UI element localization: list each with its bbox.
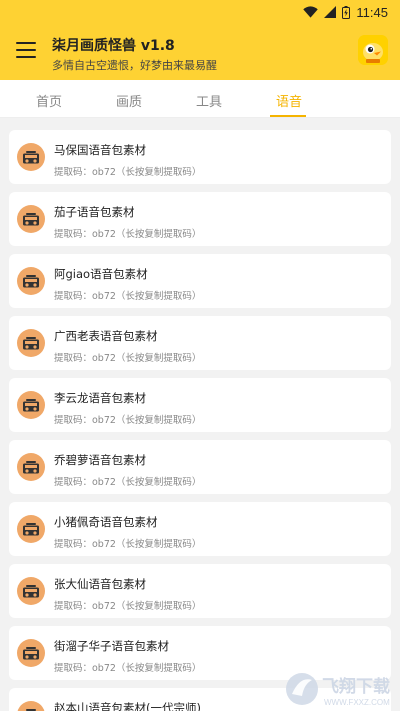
list-item[interactable]: 李云龙语音包素材 提取码：ob72（长按复制提取码）	[9, 378, 391, 432]
tab-bar: 首页 画质 工具 语音	[0, 80, 400, 118]
battery-icon	[342, 5, 351, 19]
item-code: 提取码：ob72（长按复制提取码）	[54, 229, 202, 240]
radio-icon	[17, 143, 45, 171]
item-code: 提取码：ob72（长按复制提取码）	[54, 353, 202, 364]
item-code: 提取码：ob72（长按复制提取码）	[54, 477, 202, 488]
item-title: 马保国语音包素材	[54, 143, 146, 157]
radio-icon	[17, 515, 45, 543]
list-item[interactable]: 乔碧萝语音包素材 提取码：ob72（长按复制提取码）	[9, 440, 391, 494]
radio-icon	[17, 701, 45, 711]
svg-text:飞翔下载: 飞翔下载	[322, 676, 390, 697]
item-code: 提取码：ob72（长按复制提取码）	[54, 539, 202, 550]
item-title: 小猪佩奇语音包素材	[54, 515, 158, 529]
status-time: 11:45	[356, 4, 388, 20]
tab-quality[interactable]: 画质	[116, 91, 142, 110]
item-title: 李云龙语音包素材	[54, 391, 146, 405]
list-item[interactable]: 小猪佩奇语音包素材 提取码：ob72（长按复制提取码）	[9, 502, 391, 556]
app-bar: 柒月画质怪兽 v1.8 多情自古空遗恨，好梦由来最易醒	[0, 24, 400, 80]
list-item[interactable]: 茄子语音包素材 提取码：ob72（长按复制提取码）	[9, 192, 391, 246]
list-item[interactable]: 广西老表语音包素材 提取码：ob72（长按复制提取码）	[9, 316, 391, 370]
item-title: 街溜子华子语音包素材	[54, 639, 169, 653]
app-subtitle: 多情自古空遗恨，好梦由来最易醒	[52, 59, 217, 72]
item-code: 提取码：ob72（长按复制提取码）	[54, 167, 202, 178]
tab-voice[interactable]: 语音	[276, 91, 302, 110]
tab-active-indicator	[270, 115, 306, 117]
list-item[interactable]: 张大仙语音包素材 提取码：ob72（长按复制提取码）	[9, 564, 391, 618]
tab-home[interactable]: 首页	[36, 91, 62, 110]
item-title: 茄子语音包素材	[54, 205, 135, 219]
status-icons: 11:45	[303, 4, 388, 20]
svg-text:WWW.FXXZ.COM: WWW.FXXZ.COM	[324, 698, 390, 707]
radio-icon	[17, 639, 45, 667]
tab-tools[interactable]: 工具	[196, 91, 222, 110]
radio-icon	[17, 577, 45, 605]
radio-icon	[17, 391, 45, 419]
item-code: 提取码：ob72（长按复制提取码）	[54, 415, 202, 426]
status-bar: 11:45	[0, 0, 400, 24]
item-code: 提取码：ob72（长按复制提取码）	[54, 291, 202, 302]
item-title: 广西老表语音包素材	[54, 329, 158, 343]
item-title: 张大仙语音包素材	[54, 577, 146, 591]
watermark-logo: 飞翔下载 WWW.FXXZ.COM	[286, 673, 390, 707]
list-item[interactable]: 阿giao语音包素材 提取码：ob72（长按复制提取码）	[9, 254, 391, 308]
app-title: 柒月画质怪兽 v1.8	[52, 38, 175, 54]
list-item[interactable]: 马保国语音包素材 提取码：ob72（长按复制提取码）	[9, 130, 391, 184]
wifi-icon	[303, 6, 319, 18]
avatar[interactable]	[358, 35, 388, 65]
radio-icon	[17, 267, 45, 295]
item-code: 提取码：ob72（长按复制提取码）	[54, 663, 202, 674]
radio-icon	[17, 329, 45, 357]
radio-icon	[17, 205, 45, 233]
item-title: 赵本山语音包素材(一代宗师)	[54, 701, 201, 711]
item-title: 阿giao语音包素材	[54, 267, 148, 281]
menu-icon[interactable]	[16, 42, 36, 58]
radio-icon	[17, 453, 45, 481]
mascot-icon	[358, 35, 388, 65]
signal-icon	[324, 6, 337, 18]
item-code: 提取码：ob72（长按复制提取码）	[54, 601, 202, 612]
item-title: 乔碧萝语音包素材	[54, 453, 146, 467]
